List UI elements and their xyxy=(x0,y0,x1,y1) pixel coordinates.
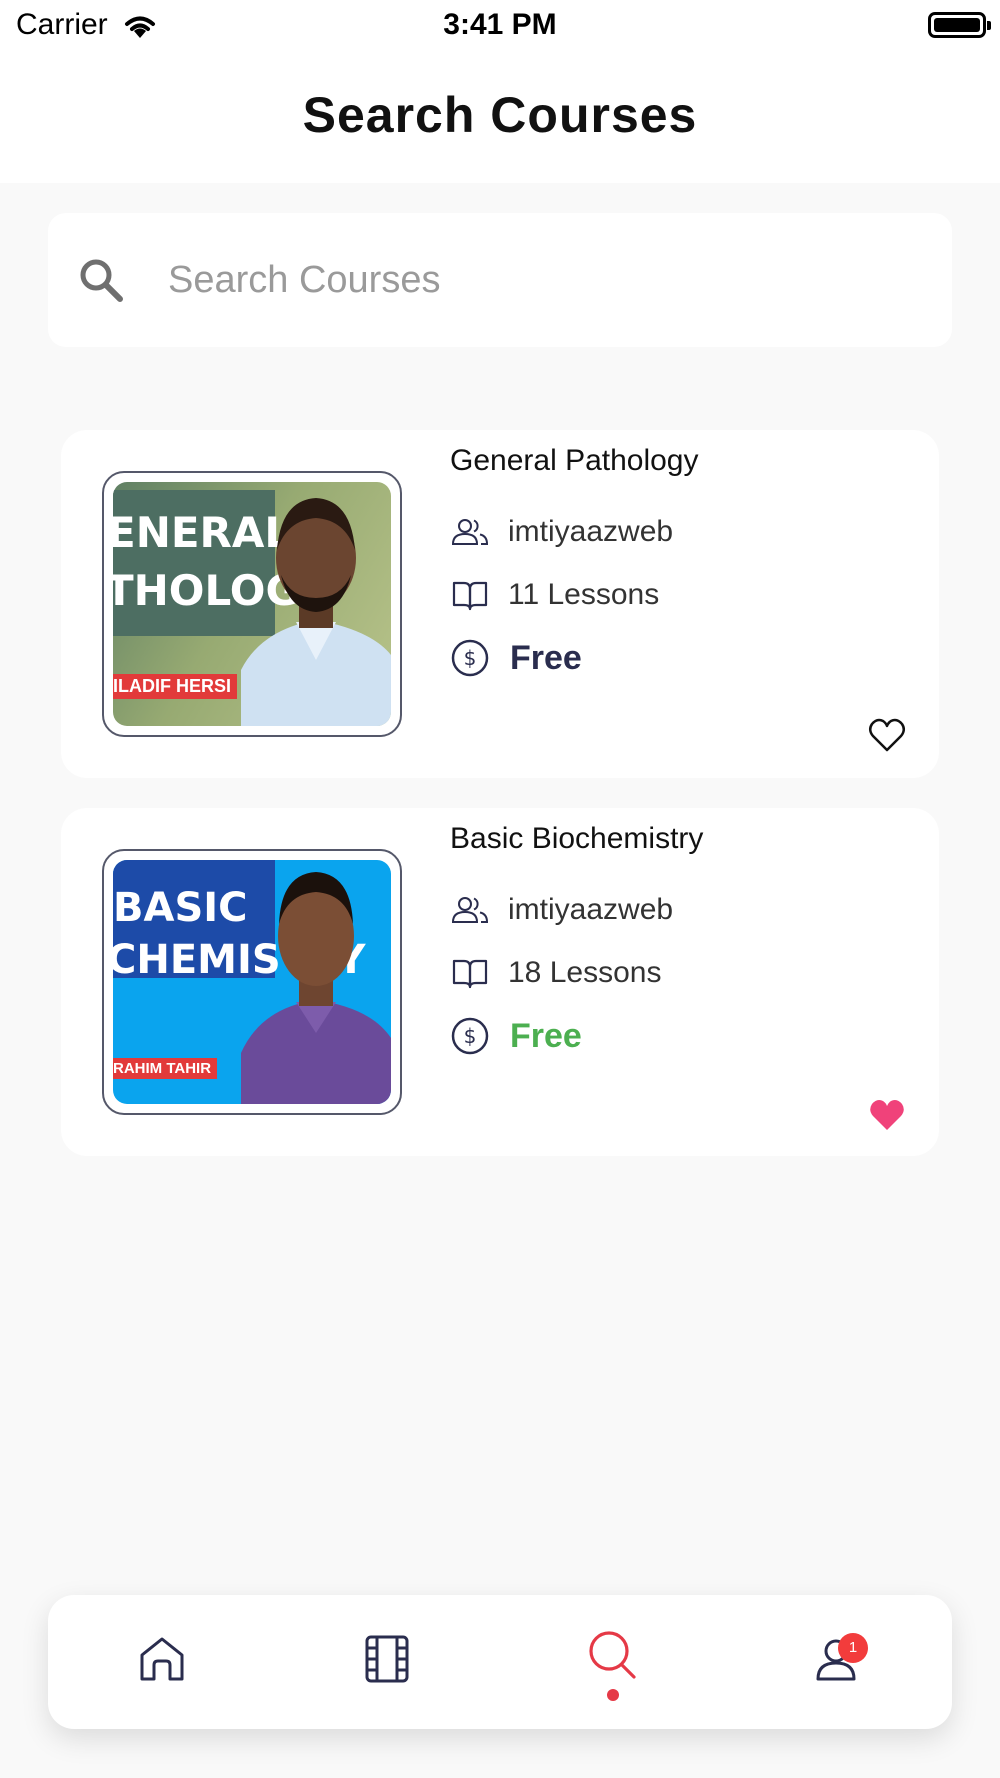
course-thumbnail[interactable]: ENERAL THOLOGY ILADIF HERSI xyxy=(102,471,402,737)
course-price-row: $ Free xyxy=(450,638,582,678)
top-bar: Carrier 3:41 PM Search Courses xyxy=(0,0,1000,183)
course-author: imtiyaazweb xyxy=(508,515,674,548)
film-icon[interactable] xyxy=(359,1631,415,1687)
course-price: Free xyxy=(510,638,582,677)
status-time: 3:41 PM xyxy=(443,8,557,41)
notification-badge: 1 xyxy=(838,1633,868,1663)
course-thumbnail-image: BASIC CHEMISTRY RAHIM TAHIR xyxy=(113,860,391,1104)
course-author: imtiyaazweb xyxy=(508,893,674,926)
course-lessons: 11 Lessons xyxy=(508,578,660,611)
heart-outline-icon[interactable] xyxy=(867,716,907,754)
book-open-icon xyxy=(452,581,488,611)
users-icon xyxy=(451,519,489,545)
bottom-nav: 1 xyxy=(48,1595,952,1729)
book-open-icon xyxy=(452,959,488,989)
thumbnail-tag: RAHIM TAHIR xyxy=(113,1058,218,1079)
dollar-circle-icon: $ xyxy=(451,639,489,677)
dollar-circle-icon: $ xyxy=(451,1017,489,1055)
search-input[interactable] xyxy=(168,243,928,317)
page-title: Search Courses xyxy=(302,87,698,143)
course-thumbnail[interactable]: BASIC CHEMISTRY RAHIM TAHIR xyxy=(102,849,402,1115)
active-tab-indicator xyxy=(607,1689,619,1701)
course-author-row: imtiyaazweb xyxy=(450,890,673,930)
course-title[interactable]: Basic Biochemistry xyxy=(450,822,703,856)
course-price-row: $ Free xyxy=(450,1016,582,1056)
users-icon xyxy=(451,897,489,923)
home-icon[interactable] xyxy=(134,1631,190,1687)
search-icon xyxy=(80,259,123,302)
course-lessons-row: 11 Lessons xyxy=(450,575,659,615)
battery-icon xyxy=(928,12,991,38)
course-thumbnail-image: ENERAL THOLOGY ILADIF HERSI xyxy=(113,482,391,726)
svg-text:$: $ xyxy=(464,1024,477,1048)
instructor-photo xyxy=(241,498,391,726)
course-lessons: 18 Lessons xyxy=(508,956,662,989)
course-card[interactable]: ENERAL THOLOGY ILADIF HERSI General Path… xyxy=(61,430,939,778)
search-bar[interactable] xyxy=(48,213,952,347)
instructor-photo xyxy=(241,872,391,1104)
svg-text:$: $ xyxy=(464,646,477,670)
thumbnail-tag: ILADIF HERSI xyxy=(113,674,238,699)
course-title[interactable]: General Pathology xyxy=(450,444,699,478)
course-card[interactable]: BASIC CHEMISTRY RAHIM TAHIR Basic Bioche… xyxy=(61,808,939,1156)
search-icon[interactable] xyxy=(584,1627,640,1683)
course-price: Free xyxy=(510,1016,582,1055)
heart-filled-icon[interactable] xyxy=(867,1096,907,1134)
course-lessons-row: 18 Lessons xyxy=(450,953,661,993)
course-author-row: imtiyaazweb xyxy=(450,512,673,552)
search-courses-screen: Carrier 3:41 PM Search Courses ENERAL TH… xyxy=(0,0,1000,1778)
thumbnail-text: BASIC xyxy=(113,885,248,931)
